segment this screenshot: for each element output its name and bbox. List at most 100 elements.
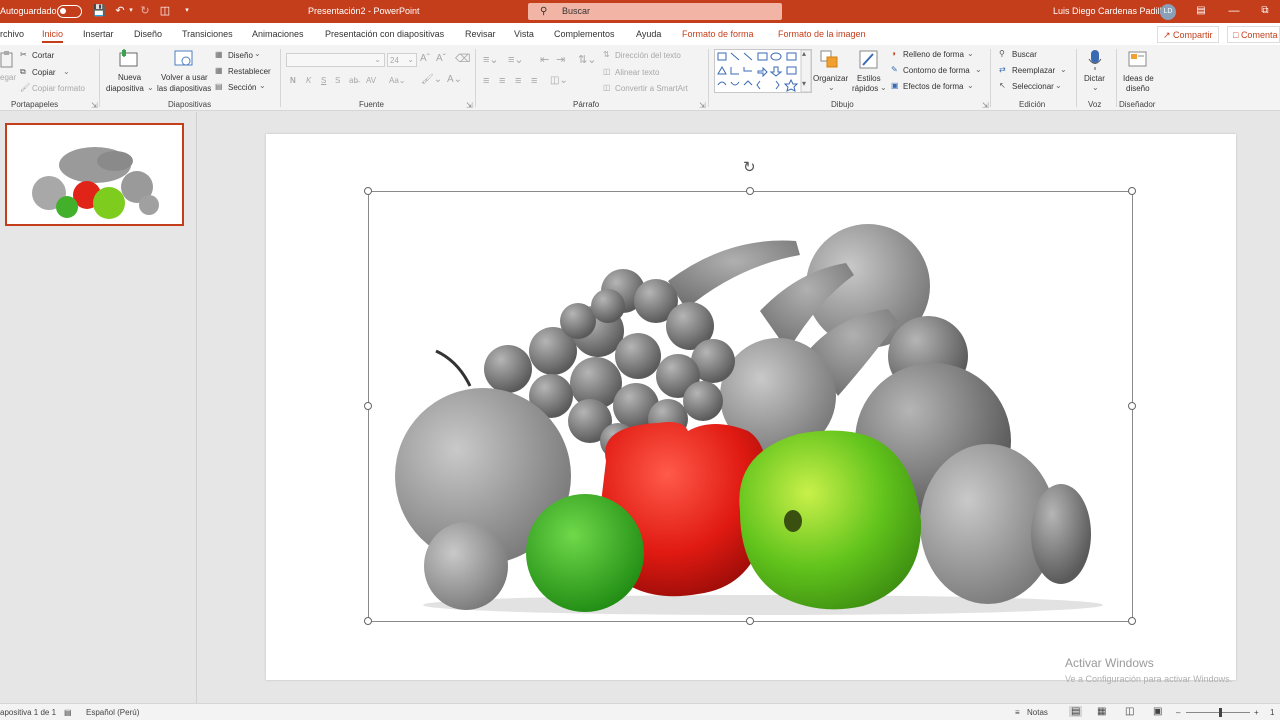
reuse-slides-icon[interactable]: [173, 49, 195, 69]
section-dropdown-icon[interactable]: ⌄: [259, 81, 266, 90]
arrange-icon[interactable]: [819, 49, 841, 71]
find-button[interactable]: Buscar: [1012, 50, 1037, 59]
dibujo-launcher-icon[interactable]: ⇲: [982, 101, 989, 110]
format-painter-button[interactable]: Copiar formato: [32, 84, 85, 93]
cut-icon[interactable]: ✂: [20, 50, 27, 59]
shape-outline-dropdown-icon[interactable]: ⌄: [975, 65, 982, 74]
underline-button[interactable]: S: [321, 76, 326, 85]
design-ideas-icon[interactable]: [1127, 49, 1149, 69]
dictate-label[interactable]: Dictar: [1084, 74, 1105, 83]
align-right-icon[interactable]: ≡: [515, 75, 521, 87]
shape-effects-dropdown-icon[interactable]: ⌄: [967, 81, 974, 90]
arrange-dropdown-icon[interactable]: ⌄: [828, 83, 835, 92]
copy-dropdown-icon[interactable]: ⌄: [63, 67, 70, 76]
tab-inicio[interactable]: Inicio: [42, 29, 64, 43]
slide-sorter-icon[interactable]: ▦: [1097, 706, 1106, 717]
replace-button[interactable]: Reemplazar: [1012, 66, 1055, 75]
design-ideas-label[interactable]: Ideas de: [1123, 74, 1154, 83]
smartart-button[interactable]: Convertir a SmartArt: [615, 84, 688, 93]
shape-outline-icon[interactable]: ✎: [891, 65, 898, 74]
language-indicator[interactable]: Español (Perú): [86, 708, 139, 717]
cut-button[interactable]: Cortar: [32, 51, 54, 60]
normal-view-icon[interactable]: ▤: [1069, 706, 1083, 717]
shadow-button[interactable]: S: [335, 76, 340, 85]
font-size-combo[interactable]: 24 ⌄: [387, 53, 417, 67]
tab-formato-forma[interactable]: Formato de forma: [682, 29, 754, 39]
resize-handle-left[interactable]: [364, 402, 372, 410]
quick-styles-label[interactable]: Estilos: [857, 74, 881, 83]
resize-handle-bottom-right[interactable]: [1128, 617, 1136, 625]
quick-styles-label-2[interactable]: rápidos: [852, 84, 878, 93]
tab-insertar[interactable]: Insertar: [83, 29, 114, 39]
zoom-out-icon[interactable]: –: [1176, 708, 1180, 717]
arrange-label[interactable]: Organizar: [813, 74, 848, 83]
portapapeles-launcher-icon[interactable]: ⇲: [91, 101, 98, 110]
slideshow-icon[interactable]: ▣: [1153, 706, 1162, 717]
replace-dropdown-icon[interactable]: ⌄: [1060, 65, 1067, 74]
font-color-icon[interactable]: A⌄: [447, 74, 462, 85]
tab-formato-imagen[interactable]: Formato de la imagen: [778, 29, 866, 39]
resize-handle-bottom[interactable]: [746, 617, 754, 625]
restore-icon[interactable]: ⧉: [1258, 4, 1272, 18]
redo-icon[interactable]: ↻: [138, 4, 152, 18]
tab-animaciones[interactable]: Animaciones: [252, 29, 304, 39]
shapes-more-icon[interactable]: ▾: [802, 79, 806, 88]
highlight-icon[interactable]: 🖌⌄: [421, 74, 442, 85]
smartart-icon[interactable]: ◫: [603, 83, 611, 92]
resize-handle-top-right[interactable]: [1128, 187, 1136, 195]
share-button[interactable]: ↗ Compartir: [1157, 26, 1219, 43]
resize-handle-bottom-left[interactable]: [364, 617, 372, 625]
bullets-icon[interactable]: ≡⌄: [483, 53, 499, 66]
autosave-toggle[interactable]: [57, 5, 82, 18]
resize-handle-top[interactable]: [746, 187, 754, 195]
bold-button[interactable]: N: [290, 76, 296, 85]
shape-fill-button[interactable]: Relleno de forma: [903, 50, 964, 59]
resize-handle-right[interactable]: [1128, 402, 1136, 410]
customize-toolbar-icon[interactable]: ▾: [180, 4, 194, 18]
tab-revisar[interactable]: Revisar: [465, 29, 496, 39]
new-slide-dropdown-icon[interactable]: ⌄: [147, 83, 154, 92]
font-name-combo[interactable]: ⌄: [286, 53, 385, 67]
copy-button[interactable]: Copiar: [32, 68, 56, 77]
ribbon-display-icon[interactable]: ▤: [1194, 4, 1208, 18]
shape-fill-dropdown-icon[interactable]: ⌄: [967, 49, 974, 58]
layout-button[interactable]: Diseño: [228, 51, 253, 60]
notes-icon[interactable]: ≡: [1015, 708, 1020, 717]
microphone-icon[interactable]: [1088, 49, 1102, 71]
minimize-icon[interactable]: —: [1227, 4, 1241, 18]
quick-styles-icon[interactable]: [858, 49, 880, 71]
present-from-start-icon[interactable]: ◫: [158, 4, 172, 18]
grow-font-icon[interactable]: Aˆ: [420, 53, 430, 64]
reset-icon[interactable]: ▦: [215, 66, 223, 75]
numbering-icon[interactable]: ≡⌄: [508, 53, 524, 66]
decrease-indent-icon[interactable]: ⇤: [540, 53, 549, 66]
copy-icon[interactable]: ⧉: [20, 67, 26, 77]
reset-button[interactable]: Restablecer: [228, 67, 271, 76]
select-icon[interactable]: ↖: [999, 81, 1006, 90]
font-dropdown-icon[interactable]: ⌄: [374, 55, 381, 64]
select-dropdown-icon[interactable]: ⌄: [1055, 81, 1062, 90]
quick-styles-dropdown-icon[interactable]: ⌄: [880, 83, 887, 92]
paste-icon[interactable]: [0, 50, 14, 68]
zoom-level[interactable]: 1: [1270, 708, 1274, 717]
zoom-slider[interactable]: [1186, 712, 1250, 713]
align-center-icon[interactable]: ≡: [499, 75, 505, 87]
new-slide-icon[interactable]: [118, 49, 140, 69]
shape-fill-icon[interactable]: ◑: [891, 49, 896, 58]
reading-view-icon[interactable]: ◫: [1125, 706, 1134, 717]
char-spacing-icon[interactable]: AV: [366, 76, 376, 85]
format-painter-icon[interactable]: 🖌: [20, 83, 30, 92]
align-left-icon[interactable]: ≡: [483, 75, 489, 87]
shrink-font-icon[interactable]: Aˇ: [436, 53, 446, 64]
replace-icon[interactable]: ⇄: [999, 65, 1006, 74]
zoom-in-icon[interactable]: +: [1254, 708, 1259, 717]
tab-complementos[interactable]: Complementos: [554, 29, 615, 39]
clear-format-icon[interactable]: ⌫: [455, 52, 471, 65]
tab-archivo[interactable]: rchivo: [0, 29, 24, 39]
search-box[interactable]: ⚲ Buscar: [528, 3, 782, 20]
reuse-slides-label-2[interactable]: las diapositivas: [157, 84, 211, 93]
fuente-launcher-icon[interactable]: ⇲: [466, 101, 473, 110]
change-case-icon[interactable]: Aa⌄: [389, 76, 406, 85]
text-direction-icon[interactable]: ⇅: [603, 50, 610, 59]
shape-effects-icon[interactable]: ▣: [891, 81, 899, 90]
